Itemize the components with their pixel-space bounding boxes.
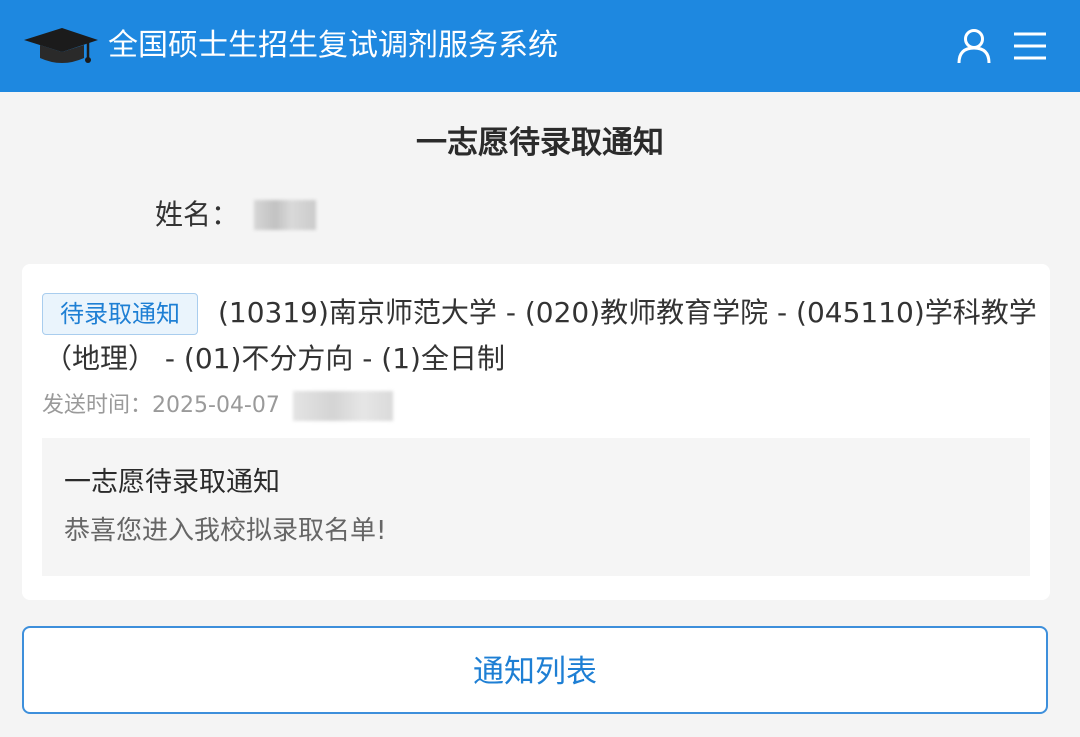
applicant-name-row: 姓名： (155, 193, 317, 237)
send-time-row: 发送时间：2025-04-07 (42, 388, 393, 424)
user-icon[interactable] (954, 26, 994, 66)
redacted-time (292, 391, 393, 421)
message-title: 一志愿待录取通知 (64, 467, 280, 498)
send-time-value: 2025-04-07 (152, 393, 280, 418)
name-label: 姓名： (155, 198, 240, 231)
message-box: 一志愿待录取通知 恭喜您进入我校拟录取名单! (42, 438, 1030, 576)
status-badge: 待录取通知 (42, 293, 198, 335)
app-title: 全国硕士生招生复试调剂服务系统 (108, 28, 558, 63)
notice-card: 待录取通知 (10319)南京师范大学 - (020)教师教育学院 - (045… (22, 264, 1050, 600)
program-info-line1: (10319)南京师范大学 - (020)教师教育学院 - (045110)学科… (218, 296, 1037, 329)
send-time-label: 发送时间： (42, 393, 153, 418)
page-title: 一志愿待录取通知 (416, 125, 664, 161)
graduation-cap-icon (24, 28, 98, 63)
notice-list-button[interactable]: 通知列表 (22, 626, 1048, 714)
menu-icon[interactable] (1010, 26, 1050, 66)
program-info-line2: （地理） - (01)不分方向 - (1)全日制 (44, 342, 505, 375)
top-bar: 全国硕士生招生复试调剂服务系统 (0, 0, 1080, 92)
message-body: 恭喜您进入我校拟录取名单! (64, 516, 387, 546)
redacted-name (254, 200, 317, 230)
